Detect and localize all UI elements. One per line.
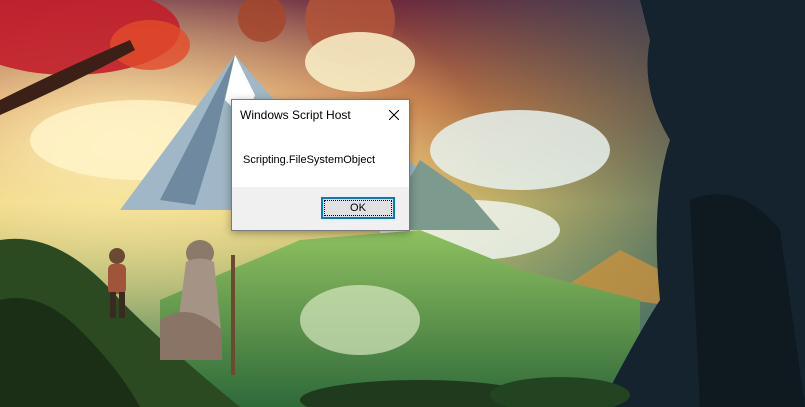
dialog-footer: OK	[232, 187, 409, 230]
dialog-titlebar[interactable]: Windows Script Host	[232, 100, 409, 130]
dialog-body: Scripting.FileSystemObject	[232, 130, 409, 188]
message-dialog: Windows Script Host Scripting.FileSystem…	[231, 99, 410, 231]
ok-button[interactable]: OK	[321, 197, 395, 219]
dialog-message: Scripting.FileSystemObject	[243, 154, 376, 166]
dialog-title: Windows Script Host	[240, 108, 351, 122]
close-icon	[389, 110, 399, 120]
close-button[interactable]	[379, 100, 409, 130]
